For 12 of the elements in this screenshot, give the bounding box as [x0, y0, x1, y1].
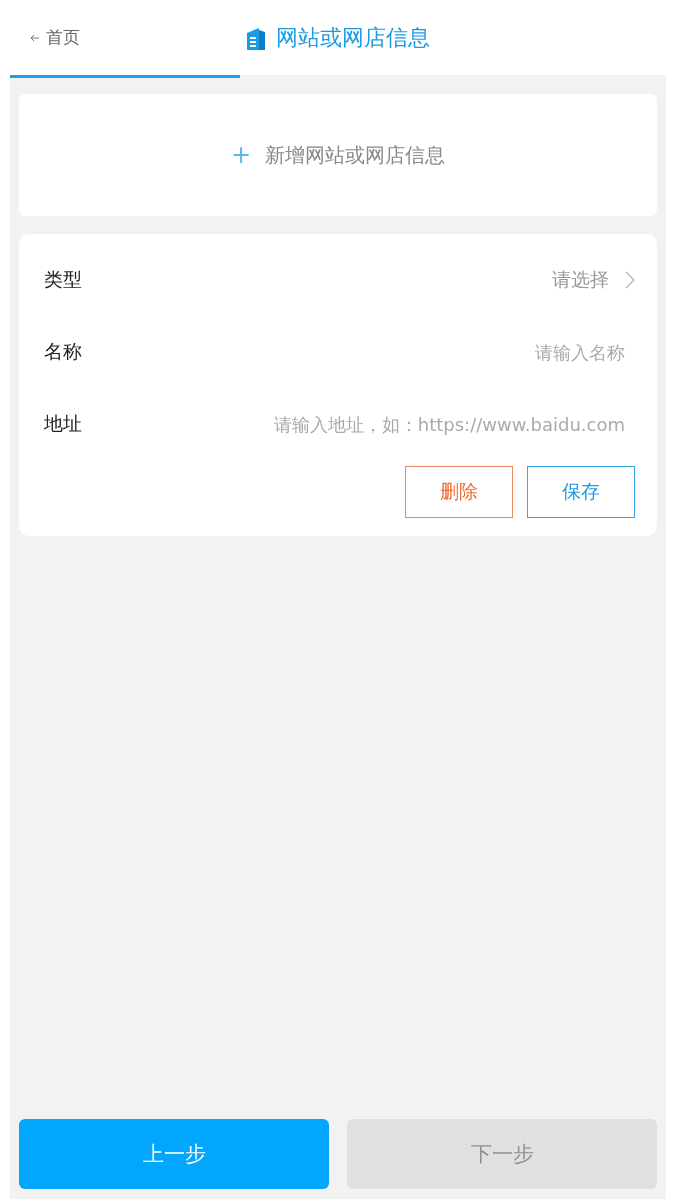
save-button[interactable]: 保存: [527, 466, 635, 518]
page-title: 网站或网店信息: [276, 23, 430, 52]
field-label: 地址: [44, 411, 83, 436]
add-button[interactable]: + 新增网站或网店信息: [19, 94, 657, 216]
previous-button[interactable]: 上一步: [19, 1119, 329, 1189]
back-link[interactable]: 首页: [10, 26, 210, 49]
chevron-icon: [625, 271, 635, 289]
field-label: 类型: [44, 267, 83, 292]
field-label: 名称: [44, 339, 83, 364]
type-select[interactable]: 请选择: [154, 267, 635, 293]
back-arrow-icon: [30, 33, 40, 42]
delete-button[interactable]: 删除: [405, 466, 513, 518]
